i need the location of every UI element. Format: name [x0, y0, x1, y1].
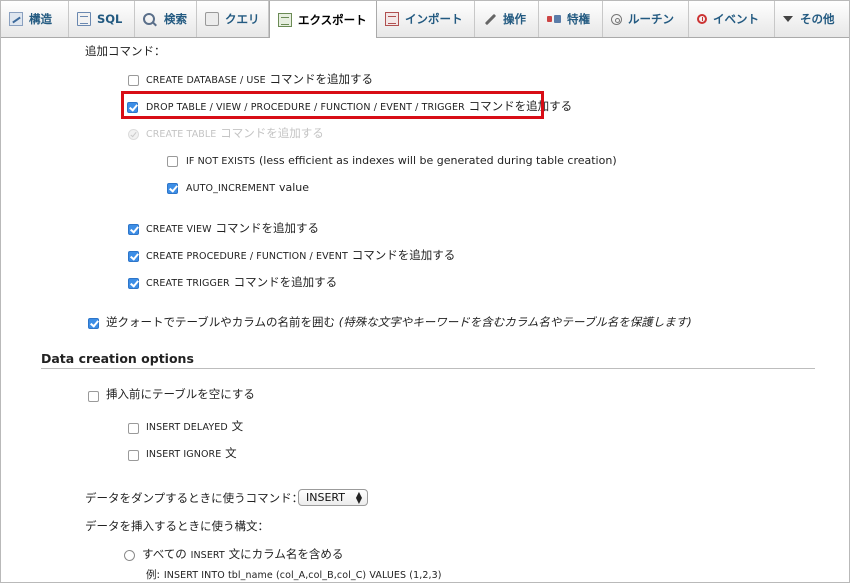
chevron-down-icon [783, 16, 793, 22]
events-icon [697, 14, 707, 24]
stepper-arrows-icon: ▲ ▼ [355, 490, 362, 505]
tab-structure[interactable]: 構造 [1, 1, 69, 37]
section-divider [41, 368, 815, 369]
tab-more-label: その他 [800, 12, 835, 26]
insert-ignore-jp: 文 [225, 446, 237, 460]
insert-delayed-jp: 文 [231, 419, 244, 433]
tab-sql-label: SQL [97, 12, 123, 26]
tab-events[interactable]: イベント [689, 1, 775, 37]
create-trigger-checkbox[interactable] [128, 278, 139, 289]
tab-export[interactable]: エクスポート [269, 1, 377, 38]
complete-insert-pre: すべての [142, 547, 187, 561]
create-view-jp: コマンドを追加する [215, 221, 319, 235]
insert-syntax-label: データを挿入するときに使う構文： [85, 519, 269, 533]
auto-increment-value: value [278, 181, 310, 194]
backquotes-label: 逆クォートでテーブルやカラムの名前を囲む (特殊な文字やキーワードを含むカラム名… [106, 315, 692, 329]
create-database-jp: コマンドを追加する [269, 72, 374, 86]
query-icon [205, 12, 219, 26]
backquotes-checkbox[interactable] [88, 318, 99, 329]
create-trigger-label: CREATE TRIGGER コマンドを追加する [146, 275, 337, 291]
data-creation-title: Data creation options [41, 351, 194, 366]
tab-more[interactable]: その他 [775, 1, 849, 37]
tab-operations[interactable]: 操作 [475, 1, 539, 37]
complete-insert-sql: INSERT [190, 550, 225, 561]
export-options-panel: 構造 SQL 検索 クエリ エクスポート インポート 操作 特権 ルーチン イベ… [0, 0, 850, 583]
tab-search-label: 検索 [164, 12, 187, 26]
tab-structure-label: 構造 [29, 12, 52, 26]
tab-query-label: クエリ [225, 12, 260, 26]
dump-command-label: データをダンプするときに使うコマンド： [85, 491, 304, 505]
insert-ignore-checkbox[interactable] [128, 450, 139, 461]
create-procedure-sql: CREATE PROCEDURE / FUNCTION / EVENT [146, 251, 348, 262]
tab-search[interactable]: 検索 [135, 1, 197, 37]
tab-routines-label: ルーチン [628, 12, 674, 26]
wrench-icon [483, 12, 497, 26]
dump-command-select[interactable]: INSERT ▲ ▼ [298, 489, 368, 506]
create-trigger-sql: CREATE TRIGGER [146, 278, 230, 289]
structure-icon [9, 12, 23, 26]
if-not-exists-checkbox[interactable] [167, 156, 178, 167]
export-icon [278, 12, 292, 27]
insert-delayed-label: INSERT DELAYED 文 [146, 419, 243, 435]
insert-ignore-label: INSERT IGNORE 文 [146, 446, 237, 462]
auto-increment-sql: AUTO_INCREMENT [186, 183, 276, 194]
create-view-checkbox[interactable] [128, 224, 139, 235]
tab-events-label: イベント [713, 12, 759, 26]
tab-operations-label: 操作 [503, 12, 526, 26]
if-not-exists-note: (less efficient as indexes will be gener… [259, 154, 617, 167]
create-procedure-label: CREATE PROCEDURE / FUNCTION / EVENT コマンド… [146, 248, 455, 264]
dump-command-value: INSERT [306, 491, 345, 504]
create-table-jp: コマンドを追加する [220, 126, 324, 140]
insert-delayed-checkbox[interactable] [128, 423, 139, 434]
auto-increment-label: AUTO_INCREMENT value [186, 180, 309, 196]
highlight-box [121, 91, 544, 119]
tab-privileges-label: 特権 [567, 12, 590, 26]
tab-import[interactable]: インポート [377, 1, 475, 37]
complete-insert-post: 文にカラム名を含める [228, 547, 344, 561]
complete-insert-example: 例: INSERT INTO tbl_name (col_A,col_B,col… [146, 567, 442, 582]
if-not-exists-sql: IF NOT EXISTS [186, 156, 256, 167]
complete-insert-label: すべての INSERT 文にカラム名を含める [142, 547, 343, 563]
create-procedure-checkbox[interactable] [128, 251, 139, 262]
tab-bar: 構造 SQL 検索 クエリ エクスポート インポート 操作 特権 ルーチン イベ… [1, 1, 849, 38]
search-icon [143, 13, 155, 25]
example-sql: INSERT INTO tbl_name (col_A,col_B,col_C)… [163, 570, 442, 581]
tab-import-label: インポート [405, 12, 463, 26]
sql-icon [77, 12, 91, 26]
create-view-sql: CREATE VIEW [146, 224, 212, 235]
auto-increment-checkbox[interactable] [167, 183, 178, 194]
tab-privileges[interactable]: 特権 [539, 1, 603, 37]
backquotes-note: (特殊な文字やキーワードを含むカラム名やテーブル名を保護します) [338, 315, 692, 329]
truncate-label: 挿入前にテーブルを空にする [106, 387, 255, 401]
insert-delayed-sql: INSERT DELAYED [146, 422, 228, 433]
create-database-label: CREATE DATABASE / USE コマンドを追加する [146, 72, 373, 88]
example-prefix: 例: [146, 569, 161, 581]
tab-query[interactable]: クエリ [197, 1, 269, 37]
create-database-sql: CREATE DATABASE / USE [146, 75, 266, 86]
create-table-label: CREATE TABLE コマンドを追加する [146, 126, 324, 142]
if-not-exists-label: IF NOT EXISTS (less efficient as indexes… [186, 153, 617, 169]
tab-export-label: エクスポート [298, 12, 367, 27]
add-commands-heading: 追加コマンド： [85, 44, 166, 58]
create-procedure-jp: コマンドを追加する [351, 248, 456, 262]
insert-ignore-sql: INSERT IGNORE [146, 449, 222, 460]
create-trigger-jp: コマンドを追加する [233, 275, 338, 289]
backquotes-text: 逆クォートでテーブルやカラムの名前を囲む [106, 315, 335, 329]
create-table-sql: CREATE TABLE [146, 129, 217, 140]
complete-insert-radio[interactable] [124, 550, 135, 561]
truncate-checkbox[interactable] [88, 391, 99, 402]
create-database-checkbox[interactable] [128, 75, 139, 86]
create-table-checkbox[interactable] [128, 129, 139, 140]
privileges-icon [547, 12, 561, 26]
import-icon [385, 12, 399, 26]
create-view-label: CREATE VIEW コマンドを追加する [146, 221, 319, 237]
tab-sql[interactable]: SQL [69, 1, 135, 37]
routines-icon [611, 13, 622, 25]
tab-routines[interactable]: ルーチン [603, 1, 689, 37]
